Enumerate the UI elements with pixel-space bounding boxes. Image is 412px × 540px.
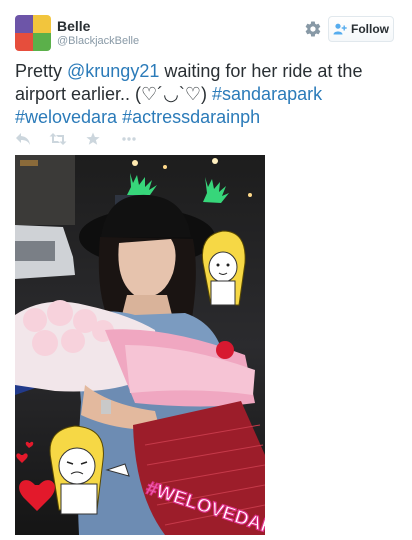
photo-illustration: #WELOVEDARA: [15, 155, 265, 535]
reply-icon[interactable]: [15, 132, 31, 146]
hashtag-link[interactable]: #welovedara: [15, 107, 117, 127]
retweet-icon[interactable]: [49, 132, 67, 146]
hashtag-link[interactable]: #actressdarainph: [122, 107, 260, 127]
follow-button-label: Follow: [351, 22, 389, 36]
tweet-text: Pretty @krungy21 waiting for her ride at…: [15, 60, 401, 129]
tweet-photo[interactable]: #WELOVEDARA: [15, 155, 265, 535]
user-handle[interactable]: @BlackjackBelle: [57, 35, 139, 47]
more-icon[interactable]: [121, 132, 137, 146]
add-user-icon: [333, 23, 347, 35]
display-name[interactable]: Belle: [57, 18, 90, 34]
follow-button[interactable]: Follow: [328, 16, 394, 42]
favorite-icon[interactable]: [86, 132, 100, 146]
mention-link[interactable]: @krungy21: [67, 61, 159, 81]
avatar[interactable]: [15, 15, 51, 51]
gear-icon[interactable]: [304, 20, 322, 38]
hashtag-link[interactable]: #sandarapark: [212, 84, 322, 104]
tweet-segment: Pretty: [15, 61, 68, 81]
